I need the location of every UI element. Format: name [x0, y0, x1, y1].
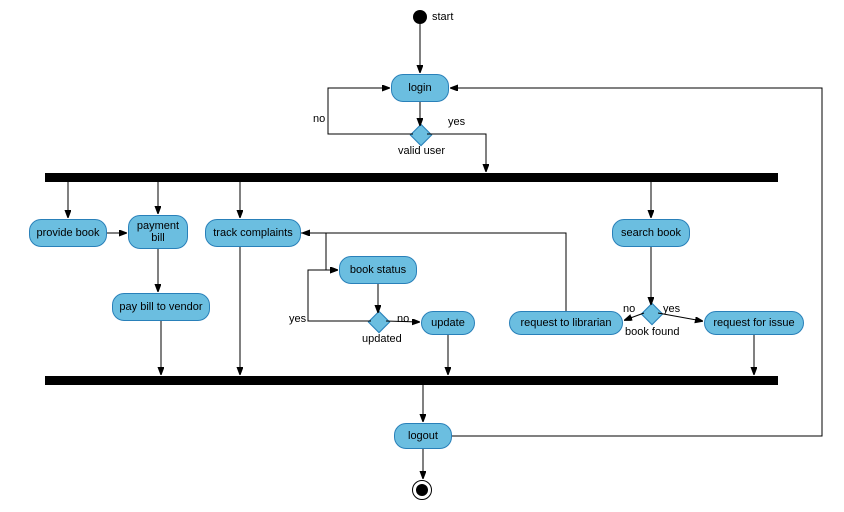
- track-complaints-node: track complaints: [205, 219, 301, 247]
- provide-book-text: provide book: [37, 227, 100, 239]
- request-librarian-text: request to librarian: [520, 317, 611, 329]
- book-status-text: book status: [350, 264, 406, 276]
- logout-text: logout: [408, 430, 438, 442]
- end-node-inner: [416, 484, 428, 496]
- no3-label: no: [623, 303, 635, 315]
- fork-bar: [45, 173, 778, 182]
- start-label: start: [432, 11, 453, 23]
- request-issue-node: request for issue: [704, 311, 804, 335]
- book-found-label: book found: [625, 326, 679, 338]
- join-bar: [45, 376, 778, 385]
- book-status-node: book status: [339, 256, 417, 284]
- provide-book-node: provide book: [29, 219, 107, 247]
- request-issue-text: request for issue: [713, 317, 794, 329]
- valid-user-decision: [410, 124, 433, 147]
- request-librarian-node: request to librarian: [509, 311, 623, 335]
- login-node: login: [391, 74, 449, 102]
- payment-bill-node: payment bill: [128, 215, 188, 249]
- valid-user-label: valid user: [398, 145, 445, 157]
- updated-decision: [368, 311, 391, 334]
- update-text: update: [431, 317, 465, 329]
- track-complaints-text: track complaints: [213, 227, 292, 239]
- pay-bill-vendor-text: pay bill to vendor: [119, 301, 202, 313]
- book-found-decision: [641, 303, 664, 326]
- update-node: update: [421, 311, 475, 335]
- yes2-label: yes: [289, 313, 306, 325]
- no1-label: no: [313, 113, 325, 125]
- pay-bill-vendor-node: pay bill to vendor: [112, 293, 210, 321]
- end-node: [412, 480, 432, 500]
- logout-node: logout: [394, 423, 452, 449]
- yes1-label: yes: [448, 116, 465, 128]
- no2-label: no: [397, 313, 409, 325]
- login-text: login: [408, 82, 431, 94]
- search-book-text: search book: [621, 227, 681, 239]
- yes3-label: yes: [663, 303, 680, 315]
- start-node: [413, 10, 427, 24]
- updated-label: updated: [362, 333, 402, 345]
- payment-bill-text: payment bill: [137, 220, 179, 244]
- search-book-node: search book: [612, 219, 690, 247]
